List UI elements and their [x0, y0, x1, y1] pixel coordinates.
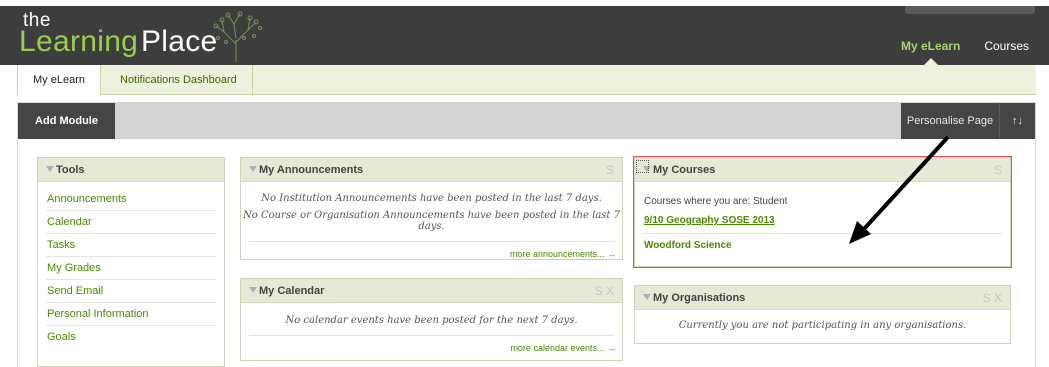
announcement-line: No Institution Announcements have been p… [261, 193, 602, 204]
tab-notifications-dashboard[interactable]: Notifications Dashboard [105, 65, 253, 95]
module-controls[interactable]: S X [983, 286, 1002, 310]
focus-outline [636, 160, 649, 173]
module-header[interactable]: Tools [38, 158, 224, 182]
organisations-message: Currently you are not participating in a… [678, 320, 967, 331]
highlight-box [633, 156, 1012, 268]
tools-list: Announcements Calendar Tasks My Grades S… [38, 182, 224, 349]
tool-tasks[interactable]: Tasks [46, 234, 216, 257]
module-title: My Organisations [653, 292, 746, 304]
tools-module: Tools Announcements Calendar Tasks My Gr… [37, 157, 225, 367]
calendar-message: No calendar events have been posted for … [285, 315, 578, 326]
tool-my-grades[interactable]: My Grades [46, 257, 216, 280]
personalise-page-button[interactable]: Personalise Page [901, 103, 999, 139]
search-bar[interactable] [905, 6, 1035, 14]
add-module-button[interactable]: Add Module [18, 103, 115, 139]
module-controls[interactable]: S X [595, 279, 614, 303]
sort-icon[interactable]: ↑↓ [999, 103, 1035, 139]
more-calendar-events-link[interactable]: more calendar events... → [241, 343, 622, 353]
nav-my-elearn[interactable]: My eLearn [901, 39, 960, 67]
divider [249, 335, 614, 336]
module-controls[interactable]: S [606, 158, 614, 182]
announcements-module: My Announcements S No Institution Announ… [240, 157, 623, 260]
tab-my-elearn[interactable]: My eLearn [17, 65, 101, 95]
tool-goals[interactable]: Goals [46, 326, 216, 349]
top-nav: My eLearn Courses [901, 39, 1029, 67]
collapse-icon[interactable] [249, 166, 257, 172]
tool-announcements[interactable]: Announcements [46, 188, 216, 211]
module-header[interactable]: My Calendar S X [241, 279, 622, 303]
module-title: My Announcements [259, 164, 364, 176]
divider [249, 241, 614, 242]
collapse-icon[interactable] [249, 287, 257, 293]
sub-tabs: My eLearn Notifications Dashboard [17, 65, 1036, 95]
tool-calendar[interactable]: Calendar [46, 211, 216, 234]
module-header[interactable]: My Organisations S X [635, 286, 1010, 310]
announcement-line: No Course or Organisation Announcements … [243, 210, 620, 232]
more-announcements-link[interactable]: more announcements... → [241, 249, 622, 259]
tool-personal-information[interactable]: Personal Information [46, 303, 216, 326]
tree-logo-icon [213, 11, 262, 62]
site-header: the Learning Place My eLearn Courses [0, 0, 1049, 67]
collapse-icon[interactable] [46, 166, 54, 172]
logo-learning: Learning [19, 25, 139, 58]
tool-send-email[interactable]: Send Email [46, 280, 216, 303]
module-toolbar: Add Module Personalise Page ↑↓ [18, 103, 1035, 139]
module-title: My Calendar [259, 285, 325, 297]
collapse-icon[interactable] [643, 294, 651, 300]
module-header[interactable]: My Announcements S [241, 158, 622, 182]
logo-place: Place [141, 25, 218, 58]
organisations-module: My Organisations S X Currently you are n… [634, 285, 1011, 344]
module-title: Tools [56, 164, 85, 176]
nav-courses[interactable]: Courses [984, 39, 1029, 53]
calendar-module: My Calendar S X No calendar events have … [240, 278, 623, 361]
